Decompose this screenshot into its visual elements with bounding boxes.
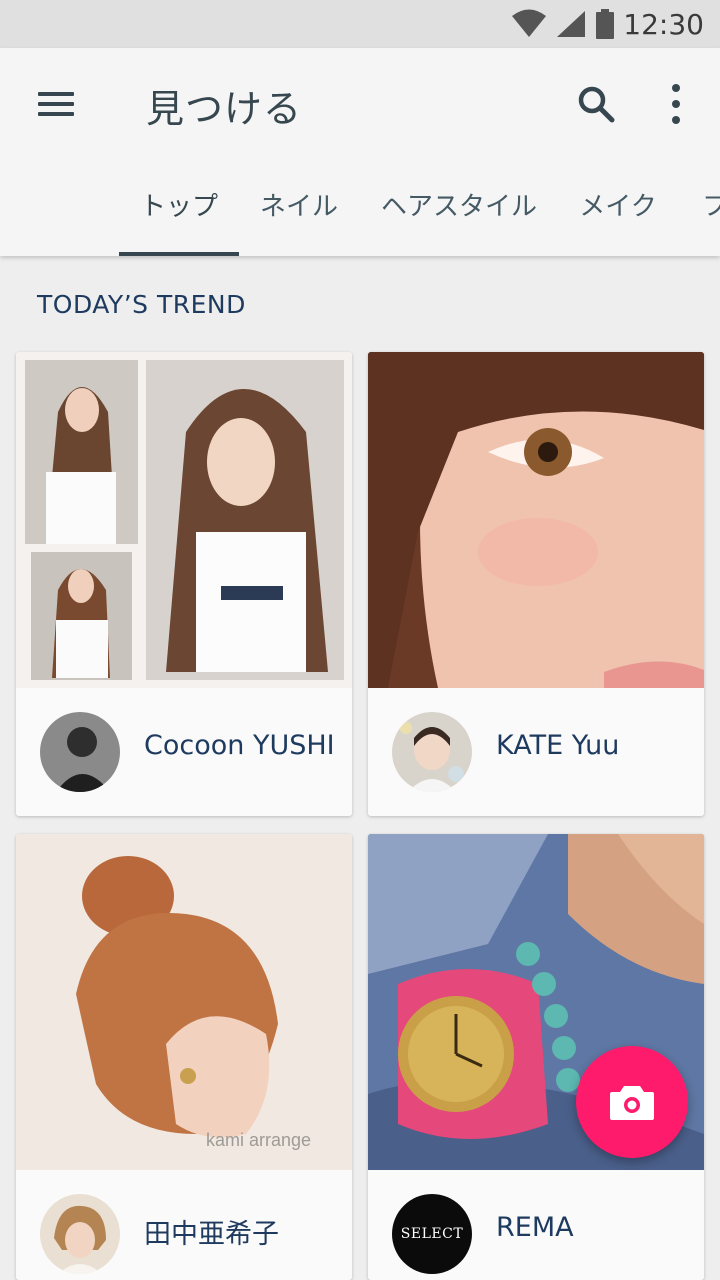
trend-card[interactable]: kami arrange 田中亜希子 xyxy=(16,834,352,1280)
tab-top[interactable]: トップ xyxy=(119,152,239,256)
tab-bar: トップ ネイル ヘアスタイル メイク フ xyxy=(0,152,720,256)
wifi-icon xyxy=(512,9,547,37)
menu-icon[interactable] xyxy=(36,88,76,120)
status-time: 12:30 xyxy=(623,7,704,41)
trend-card[interactable]: Cocoon YUSHI xyxy=(16,352,352,816)
battery-icon xyxy=(596,9,615,39)
camera-fab[interactable] xyxy=(576,1046,688,1158)
tab-hairstyle[interactable]: ヘアスタイル xyxy=(370,152,548,256)
card-user-name: KATE Yuu xyxy=(496,730,620,761)
signal-icon xyxy=(557,11,586,37)
card-user-name: REMA xyxy=(496,1212,574,1243)
trend-card[interactable]: KATE Yuu xyxy=(368,352,704,816)
card-photo xyxy=(16,352,352,688)
app-bar: 見つける トップ ネイル ヘアスタイル メイク フ xyxy=(0,48,720,256)
section-title: TODAY’S TREND xyxy=(37,290,246,319)
more-vert-icon[interactable] xyxy=(664,84,688,124)
card-user-name: 田中亜希子 xyxy=(144,1219,279,1250)
card-photo: kami arrange xyxy=(16,834,352,1170)
avatar xyxy=(40,1194,120,1274)
card-photo xyxy=(368,352,704,688)
avatar-logo-text: SELECT xyxy=(400,1226,464,1242)
avatar: SELECT xyxy=(392,1194,472,1274)
avatar xyxy=(392,712,472,792)
tab-fashion[interactable]: フ xyxy=(690,152,720,256)
tab-active-indicator xyxy=(119,252,239,256)
status-bar: 12:30 xyxy=(0,0,720,48)
page-title: 見つける xyxy=(146,87,303,131)
tab-nail[interactable]: ネイル xyxy=(242,152,356,256)
camera-icon xyxy=(610,1086,654,1120)
card-user-name: Cocoon YUSHI xyxy=(144,730,335,761)
tab-makeup[interactable]: メイク xyxy=(562,152,674,256)
search-icon[interactable] xyxy=(574,82,618,126)
avatar xyxy=(40,712,120,792)
status-icons: 12:30 xyxy=(511,6,704,42)
photo-caption: kami arrange xyxy=(206,1130,312,1150)
